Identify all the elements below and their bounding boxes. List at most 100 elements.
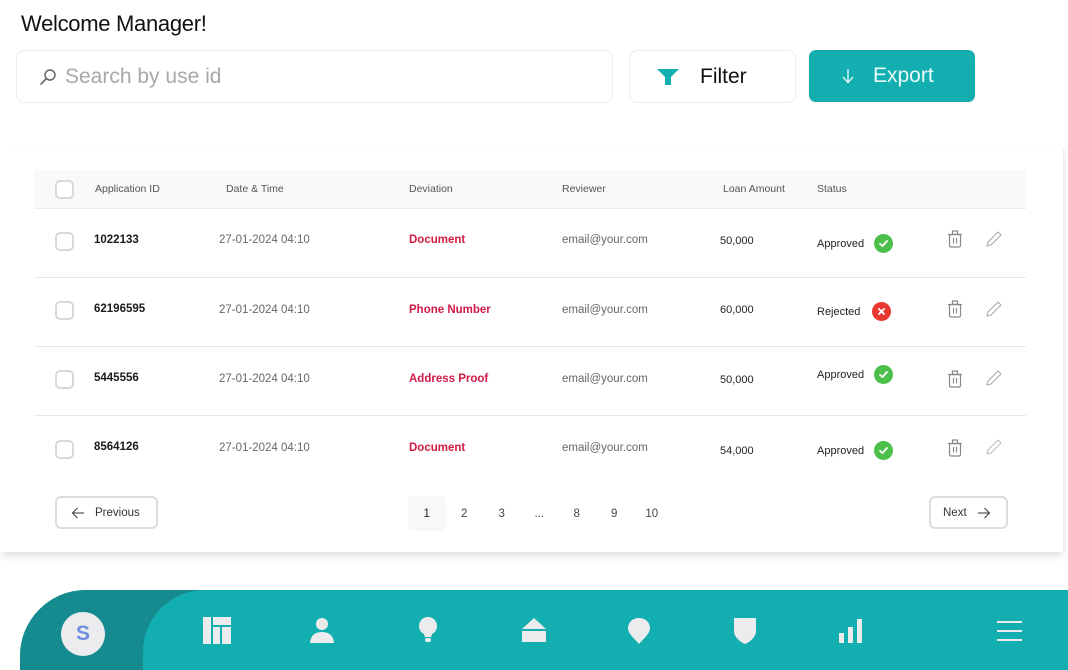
nav-item-menu[interactable] [995, 616, 1025, 646]
home-icon [522, 618, 546, 642]
pencil-icon[interactable] [985, 369, 1003, 387]
row-checkbox[interactable] [55, 232, 74, 251]
page-ellipsis: ... [534, 507, 545, 520]
search-icon [40, 68, 56, 85]
reviewer-email: email@your.com [562, 304, 648, 316]
nav-main-section [143, 590, 1068, 670]
page-2[interactable]: 2 [446, 496, 484, 531]
status-label: Approved [817, 237, 865, 250]
status-badge: Approved [817, 365, 894, 384]
date-time: 27-01-2024 04:10 [219, 442, 310, 454]
row-checkbox[interactable] [55, 301, 74, 320]
table-row: 62196595 27-01-2024 04:10 Phone Number e… [34, 278, 1026, 347]
status-badge: Approved [817, 234, 894, 253]
column-header-loan-amount[interactable]: Loan Amount [723, 183, 785, 195]
reviewer-email: email@your.com [562, 234, 648, 246]
applications-table-card: Application ID Date & Time Deviation Rev… [0, 148, 1064, 552]
nav-item-dashboard[interactable] [202, 616, 232, 646]
deviation: Document [409, 234, 466, 246]
page-3[interactable]: 3 [483, 496, 521, 531]
menu-icon [997, 621, 1022, 641]
pencil-icon[interactable] [985, 300, 1003, 318]
check-circle-icon [874, 234, 894, 253]
status-label: Approved [817, 368, 865, 381]
location-pin-icon [628, 618, 650, 644]
next-label: Next [943, 506, 967, 519]
application-id: 8564126 [94, 441, 139, 453]
check-circle-icon [874, 441, 894, 460]
page-9[interactable]: 9 [596, 496, 634, 531]
nav-item-analytics[interactable] [836, 616, 866, 646]
avatar[interactable]: S [61, 612, 105, 656]
date-time: 27-01-2024 04:10 [219, 234, 310, 246]
column-header-date-time[interactable]: Date & Time [226, 183, 284, 195]
reviewer-email: email@your.com [562, 442, 648, 454]
loan-amount: 60,000 [720, 304, 754, 316]
row-checkbox[interactable] [55, 370, 74, 389]
page-8[interactable]: 8 [558, 496, 596, 531]
check-circle-icon [874, 365, 894, 384]
loan-amount: 50,000 [720, 374, 754, 386]
export-label: Export [873, 64, 934, 87]
reviewer-email: email@your.com [562, 373, 648, 385]
row-checkbox[interactable] [55, 440, 74, 459]
loan-dashboard: Welcome Manager! Filter Export Applicati… [0, 0, 1068, 670]
date-time: 27-01-2024 04:10 [219, 304, 310, 316]
shield-icon [734, 618, 756, 644]
nav-item-user[interactable] [307, 616, 337, 646]
trash-icon[interactable] [947, 230, 963, 248]
pencil-icon[interactable] [985, 438, 1003, 456]
pencil-icon[interactable] [985, 230, 1003, 248]
nav-item-location[interactable] [624, 616, 654, 646]
nav-item-security[interactable] [730, 616, 760, 646]
deviation: Document [409, 442, 466, 454]
table-row: 8564126 27-01-2024 04:10 Document email@… [34, 416, 1026, 485]
trash-icon[interactable] [947, 300, 963, 318]
next-page-button[interactable]: Next [929, 496, 1008, 529]
deviation: Phone Number [409, 304, 491, 316]
status-badge: Rejected [817, 302, 892, 321]
column-header-reviewer[interactable]: Reviewer [562, 183, 606, 195]
filter-label: Filter [700, 64, 747, 88]
status-label: Rejected [817, 305, 861, 318]
welcome-heading: Welcome Manager! [21, 11, 207, 36]
search-box[interactable] [16, 50, 613, 103]
status-badge: Approved [817, 441, 894, 460]
status-label: Approved [817, 444, 865, 457]
bar-chart-icon [839, 619, 862, 643]
dashboard-icon [203, 617, 231, 644]
export-button[interactable]: Export [809, 50, 975, 102]
arrow-left-icon [71, 507, 84, 518]
column-header-deviation[interactable]: Deviation [409, 183, 453, 195]
nav-item-home[interactable] [519, 616, 549, 646]
loan-amount: 50,000 [720, 235, 754, 247]
application-id: 5445556 [94, 372, 139, 384]
search-input[interactable] [65, 64, 585, 89]
x-circle-icon [872, 302, 892, 321]
nav-item-ideas[interactable] [413, 616, 443, 646]
previous-page-button[interactable]: Previous [55, 496, 158, 529]
table-row: 5445556 27-01-2024 04:10 Address Proof e… [34, 347, 1026, 416]
user-icon [310, 618, 334, 643]
loan-amount: 54,000 [720, 445, 754, 457]
table-row: 1022133 27-01-2024 04:10 Document email@… [34, 209, 1026, 278]
trash-icon[interactable] [947, 370, 963, 388]
column-header-status[interactable]: Status [817, 183, 847, 195]
date-time: 27-01-2024 04:10 [219, 373, 310, 385]
column-header-application-id[interactable]: Application ID [95, 183, 160, 195]
deviation: Address Proof [409, 373, 489, 385]
application-id: 62196595 [94, 303, 146, 315]
page-numbers: 1 2 3 ... 8 9 10 [408, 496, 671, 531]
bottom-navigation-bar: S [0, 590, 1068, 670]
select-all-checkbox[interactable] [55, 180, 74, 199]
page-1[interactable]: 1 [408, 496, 446, 531]
previous-label: Previous [95, 506, 140, 519]
application-id: 1022133 [94, 234, 139, 246]
lightbulb-icon [419, 617, 437, 642]
trash-icon[interactable] [947, 439, 963, 457]
page-10[interactable]: 10 [633, 496, 671, 531]
filter-button[interactable]: Filter [629, 50, 796, 103]
arrow-right-icon [977, 507, 990, 518]
table-header: Application ID Date & Time Deviation Rev… [34, 170, 1026, 209]
arrow-down-icon [842, 69, 854, 84]
